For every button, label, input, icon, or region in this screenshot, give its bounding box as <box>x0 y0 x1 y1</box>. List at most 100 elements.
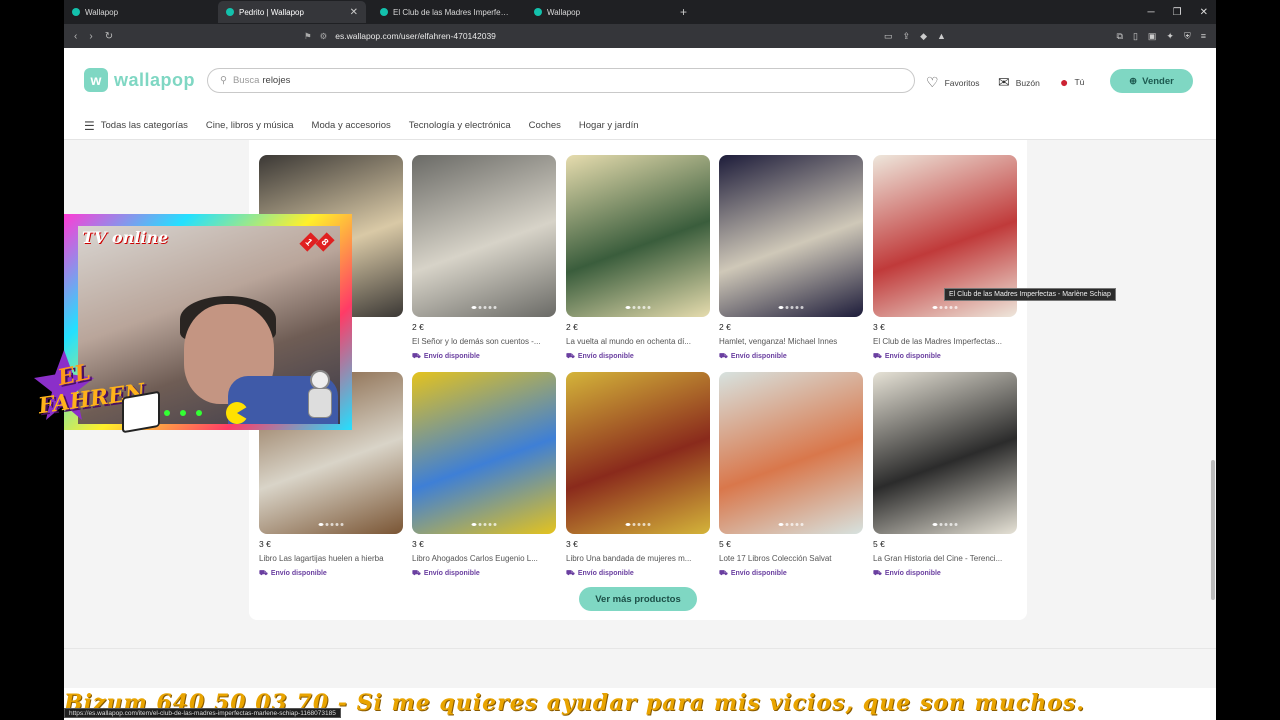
category-books-music[interactable]: Cine, libros y música <box>206 120 294 131</box>
product-title[interactable]: El Señor y lo demás son cuentos -... <box>412 337 556 346</box>
product-card[interactable]: 5 € La Gran Historia del Cine - Terenci..… <box>873 372 1017 578</box>
shipping-badge: ⛟Envío disponible <box>412 352 556 361</box>
sell-button[interactable]: ⊕ Vender <box>1110 69 1193 93</box>
close-tab-icon[interactable]: ✕ <box>350 7 358 18</box>
search-input[interactable]: ⚲ Busca relojes <box>207 68 915 93</box>
avatar: ● <box>1060 74 1069 90</box>
truck-icon: ⛟ <box>719 353 728 360</box>
plus-circle-icon: ⊕ <box>1129 75 1138 87</box>
product-title[interactable]: Libro Las lagartijas huelen a hierba <box>259 554 403 563</box>
heart-icon: ♡ <box>926 74 939 90</box>
back-icon[interactable]: ‹ <box>74 31 77 42</box>
product-card[interactable]: 3 € Libro Una bandada de mujeres m... ⛟ Env… <box>566 372 710 578</box>
cast-icon[interactable]: ▭ <box>884 31 893 42</box>
scrollbar-thumb[interactable] <box>1211 460 1215 600</box>
product-image[interactable] <box>719 155 863 317</box>
inbox-link[interactable]: ✉ Buzón <box>998 74 1040 91</box>
truck-icon: ⛟ <box>412 353 421 360</box>
wallapop-logo[interactable]: w wallapop <box>84 68 195 92</box>
product-price: 2 € <box>719 322 731 332</box>
shipping-label: Envío disponible <box>884 570 941 577</box>
truck-icon: ⛟ <box>566 353 575 360</box>
age-digit: 8 <box>315 232 335 252</box>
product-title[interactable]: Libro Una bandada de mujeres m... <box>566 554 710 563</box>
product-title[interactable]: Hamlet, venganza! Michael Innes <box>719 337 863 346</box>
shipping-label: Envío disponible <box>423 353 480 360</box>
astronaut-icon <box>300 370 340 430</box>
product-image[interactable] <box>566 155 710 317</box>
wallapop-favicon-icon <box>380 8 388 16</box>
wallapop-favicon-icon <box>534 8 542 16</box>
profile-label: Tú <box>1074 77 1085 87</box>
restore-icon[interactable]: ❐ <box>1173 7 1182 18</box>
products-panel: tes sin tie...⛟Envío disponible2 €El Señ… <box>249 140 1027 620</box>
product-title[interactable]: Lote 17 Libros Colección Salvat <box>719 554 863 563</box>
truck-icon: ⛟ <box>719 570 728 577</box>
product-card[interactable]: 2 € El Señor y lo demás son cuentos -... ⛟… <box>412 155 556 361</box>
reload-icon[interactable]: ↻ <box>105 31 113 42</box>
product-title[interactable]: La vuelta al mundo en ochenta dí... <box>566 337 710 346</box>
shipping-badge: ⛟Envío disponible <box>873 569 1017 578</box>
favorites-label: Favoritos <box>944 77 980 88</box>
product-price: 3 € <box>259 539 271 549</box>
tab-wallapop-1[interactable]: Wallapop <box>64 1 212 23</box>
product-price: 3 € <box>412 539 424 549</box>
carousel-dots <box>471 523 497 526</box>
product-title[interactable]: La Gran Historia del Cine - Terenci... <box>873 554 1017 563</box>
product-title[interactable]: Libro Ahogados Carlos Eugenio L... <box>412 554 556 563</box>
wallet-icon[interactable]: ▣ <box>1148 31 1157 42</box>
new-tab-button[interactable]: + <box>680 5 687 19</box>
share-icon[interactable]: ⇪ <box>903 31 911 42</box>
scrollbar[interactable] <box>1211 140 1216 600</box>
product-image[interactable] <box>719 372 863 534</box>
product-card[interactable]: 5 € Lote 17 Libros Colección Salvat ⛟ Envío… <box>719 372 863 578</box>
shipping-badge: ⛟Envío disponible <box>873 352 1017 361</box>
wallapop-logo-icon: w <box>84 68 108 92</box>
close-window-icon[interactable]: ✕ <box>1200 7 1208 18</box>
site-header: w wallapop ⚲ Busca relojes ♡ Favoritos ✉… <box>64 48 1216 112</box>
tab-wallapop-2[interactable]: Wallapop <box>526 1 674 23</box>
tab-pedrito[interactable]: Pedrito | Wallapop ✕ <box>218 1 366 23</box>
minimize-icon[interactable]: ─ <box>1148 7 1155 18</box>
category-cars[interactable]: Coches <box>529 120 561 131</box>
product-price: 5 € <box>719 539 731 549</box>
hamburger-icon[interactable]: ☰ <box>84 119 95 133</box>
product-card[interactable]: 3 € Libro Ahogados Carlos Eugenio L... ⛟ En… <box>412 372 556 578</box>
product-card[interactable]: 2 € Hamlet, venganza! Michael Innes ⛟ Envío… <box>719 155 863 361</box>
category-home-garden[interactable]: Hogar y jardín <box>579 120 639 131</box>
category-tech[interactable]: Tecnología y electrónica <box>409 120 511 131</box>
profile-link[interactable]: ● Tú <box>1060 74 1084 90</box>
shield-extension-icon[interactable]: ◆ <box>920 31 927 42</box>
product-price: 2 € <box>412 322 424 332</box>
tab-bar: Wallapop Pedrito | Wallapop ✕ El Club de … <box>64 0 1216 24</box>
triangle-extension-icon[interactable]: ▲ <box>937 31 946 42</box>
category-all[interactable]: Todas las categorías <box>101 120 188 131</box>
translate-icon[interactable]: ⧉ <box>1117 31 1123 42</box>
sell-label: Vender <box>1142 75 1174 87</box>
menu-icon[interactable]: ≡ <box>1201 31 1206 42</box>
tab-club-madres[interactable]: El Club de las Madres Imperfectas - M <box>372 1 520 23</box>
product-image[interactable] <box>412 155 556 317</box>
envelope-icon: ✉ <box>998 74 1010 90</box>
truck-icon: ⛟ <box>873 353 882 360</box>
extensions-icon[interactable]: ✦ <box>1166 31 1174 42</box>
sidebar-icon[interactable]: ▯ <box>1133 31 1138 42</box>
address-bar[interactable]: ⚑ ⚙ es.wallapop.com/user/elfahren-470142… <box>304 31 496 42</box>
browser-toolbar: ‹ › ↻ ⚑ ⚙ es.wallapop.com/user/elfahren-… <box>64 24 1216 48</box>
product-image[interactable] <box>873 372 1017 534</box>
favorites-link[interactable]: ♡ Favoritos <box>926 74 980 91</box>
site-info-icon[interactable]: ⚙ <box>320 31 328 42</box>
product-card[interactable]: 2 € La vuelta al mundo en ochenta dí... ⛟ E… <box>566 155 710 361</box>
forward-icon[interactable]: › <box>89 31 92 42</box>
product-title[interactable]: El Club de las Madres Imperfectas... <box>873 337 1017 346</box>
product-image[interactable] <box>566 372 710 534</box>
category-fashion[interactable]: Moda y accesorios <box>312 120 391 131</box>
status-bar-url: https://es.wallapop.com/item/el-club-de-… <box>64 708 341 718</box>
carousel-dots <box>318 523 344 526</box>
product-image[interactable] <box>412 372 556 534</box>
vpn-icon[interactable]: ⛨ <box>1184 31 1191 42</box>
see-more-button[interactable]: Ver más productos <box>579 587 697 611</box>
shipping-badge: ⛟Envío disponible <box>566 352 710 361</box>
product-card[interactable]: 3 € El Club de las Madres Imperfectas... ⛟… <box>873 155 1017 361</box>
bookmark-icon[interactable]: ⚑ <box>304 31 312 42</box>
